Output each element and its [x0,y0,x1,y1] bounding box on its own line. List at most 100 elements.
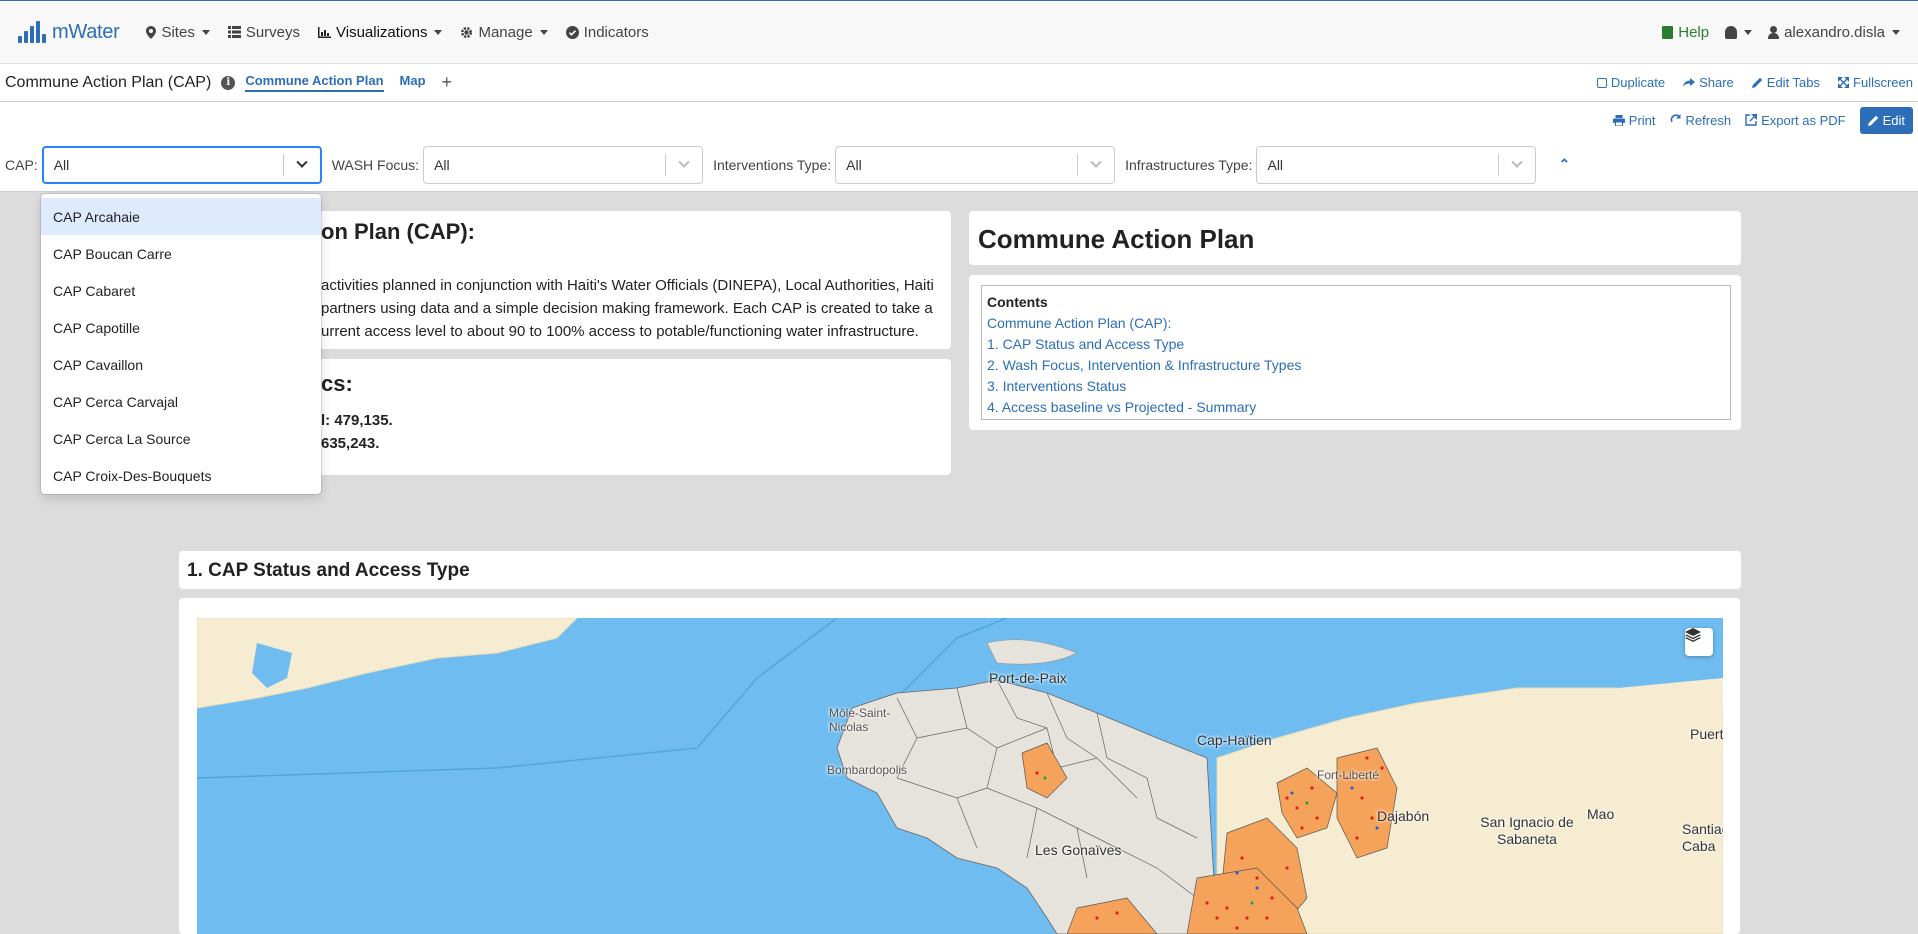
table-of-contents: Contents Commune Action Plan (CAP): 1. C… [981,285,1731,420]
intro-heading: on Plan (CAP): [321,219,475,244]
page-title: Commune Action Plan (CAP) [5,73,212,91]
refresh-icon [1670,114,1681,123]
toc-link-cap[interactable]: Commune Action Plan (CAP): [987,313,1725,334]
pencil-icon [1751,77,1762,88]
edit-tabs-button[interactable]: Edit Tabs [1751,75,1821,90]
map-marker-icon [146,25,157,39]
top-navbar: mWater Sites Surveys Visualizations Mana… [0,0,1918,64]
brand-name: mWater [52,20,120,43]
cap-option[interactable]: CAP Cavaillon [41,346,321,383]
stats-line-1: l: 479,135. [321,412,393,429]
duplicate-label: Duplicate [1610,75,1666,90]
map-label-bombardopolis: Bombardopolis [827,763,908,777]
gear-icon [461,26,473,38]
toc-link-wash-focus[interactable]: 2. Wash Focus, Intervention & Infrastruc… [987,355,1725,376]
tab-map[interactable]: Map [400,73,426,92]
cap-option[interactable]: CAP Capotille [41,309,321,346]
map-label-santiago: Santiag Caba [1682,821,1723,854]
cap-filter-value: All [53,156,70,173]
check-circle-icon [565,25,579,39]
chevron-down-icon[interactable] [666,156,702,169]
fullscreen-button[interactable]: Fullscreen [1838,75,1913,90]
infrastructures-type-filter-select[interactable]: All [1256,145,1537,184]
cap-option[interactable]: CAP Arcahaie [41,198,321,235]
cap-dropdown-menu: CAP Arcahaie CAP Boucan Carre CAP Cabare… [41,194,321,494]
copy-icon [1596,77,1607,88]
caret-down-icon [1744,29,1753,35]
map-canvas [197,618,1723,934]
nav-sites-label: Sites [161,23,195,41]
intro-line-1: activities planned in conjunction with H… [321,277,934,294]
chevron-down-icon[interactable] [284,156,320,169]
interventions-type-filter-label: Interventions Type: [713,156,832,173]
intro-text: activities planned in conjunction with H… [321,274,934,343]
notifications-button[interactable] [1725,25,1753,39]
export-pdf-label: Export as PDF [1761,112,1846,128]
wash-focus-filter-select[interactable]: All [423,145,704,184]
tab-commune-action-plan[interactable]: Commune Action Plan [245,73,384,92]
dashboard-toolbar: Print Refresh Export as PDF Edit [0,102,1918,138]
book-icon [1662,25,1674,39]
nav-sites[interactable]: Sites [146,23,210,41]
fullscreen-label: Fullscreen [1853,75,1913,90]
cap-option[interactable]: CAP Cabaret [41,272,321,309]
caret-down-icon [1892,29,1900,35]
contents-panel: Contents Commune Action Plan (CAP): 1. C… [969,275,1741,430]
collapse-filters-icon[interactable]: ⌃ [1558,156,1570,173]
cap-map[interactable]: Port-de-Paix Môle-Saint-Nicolas Bombardo… [197,618,1723,934]
map-label-fort-liberte: Fort-Liberté [1317,768,1380,782]
cap-option[interactable]: CAP Boucan Carre [41,235,321,272]
toc-link-interventions[interactable]: 3. Interventions Status [987,376,1725,397]
intro-line-2: partners using data and a simple decisio… [321,300,933,317]
brand-logo[interactable]: mWater [18,20,120,44]
cap-option[interactable]: CAP Cerca Carvajal [41,383,321,420]
nav-surveys[interactable]: Surveys [227,24,300,41]
interventions-type-filter-select[interactable]: All [835,145,1116,184]
duplicate-button[interactable]: Duplicate [1596,75,1666,90]
nav-visualizations[interactable]: Visualizations [318,24,443,41]
edit-tabs-label: Edit Tabs [1766,75,1821,90]
info-icon[interactable]: i [221,75,236,90]
help-link[interactable]: Help [1662,24,1709,41]
caret-down-icon [434,29,443,35]
map-layers-button[interactable] [1685,628,1713,656]
print-label: Print [1628,112,1656,128]
stats-heading: cs: [321,371,353,396]
map-label-mao: Mao [1587,806,1615,822]
toc-link-status[interactable]: 1. CAP Status and Access Type [987,334,1725,355]
wash-focus-filter-label: WASH Focus: [331,156,420,173]
nav-manage-label: Manage [478,23,533,41]
bell-icon [1725,25,1738,39]
stats-line-2: 635,243. [321,435,380,452]
map-label-mole-saint-nicolas: Môle-Saint-Nicolas [829,706,891,734]
nav-indicators[interactable]: Indicators [565,23,649,41]
chevron-down-icon[interactable] [1499,156,1535,169]
edit-button[interactable]: Edit [1859,106,1913,134]
map-label-les-gonaives: Les Gonaïves [1035,842,1122,858]
nav-indicators-label: Indicators [583,23,649,41]
print-button[interactable]: Print [1612,112,1656,128]
refresh-button[interactable]: Refresh [1670,113,1731,128]
infrastructures-type-filter-label: Infrastructures Type: [1125,156,1253,173]
toc-link-access[interactable]: 4. Access baseline vs Projected - Summar… [987,397,1725,418]
cap-option[interactable]: CAP Cerca La Source [41,420,321,457]
share-button[interactable]: Share [1683,75,1734,90]
map-label-puerto: Puert [1690,726,1723,742]
cap-option[interactable]: CAP Croix-Des-Bouquets [41,457,321,494]
add-tab-button[interactable]: + [442,72,453,93]
wash-focus-filter-value: All [434,156,450,173]
cap-title-heading: Commune Action Plan [978,224,1255,254]
section1-header: 1. CAP Status and Access Type [179,551,1741,589]
section1-heading: 1. CAP Status and Access Type [187,560,470,581]
export-pdf-button[interactable]: Export as PDF [1745,113,1846,128]
cap-filter-select[interactable]: All [41,145,322,184]
infrastructures-type-filter-value: All [1267,156,1284,173]
chevron-down-icon[interactable] [1078,156,1114,169]
caret-down-icon [539,29,548,35]
filter-bar: CAP: All WASH Focus: All Interventions T… [0,138,1918,192]
dashboard-titlebar: Commune Action Plan (CAP) i Commune Acti… [0,64,1918,102]
intro-line-3: urrent access level to about 90 to 100% … [321,323,919,340]
user-menu[interactable]: alexandro.disla [1768,24,1900,41]
nav-manage[interactable]: Manage [460,23,548,41]
print-icon [1612,114,1625,126]
